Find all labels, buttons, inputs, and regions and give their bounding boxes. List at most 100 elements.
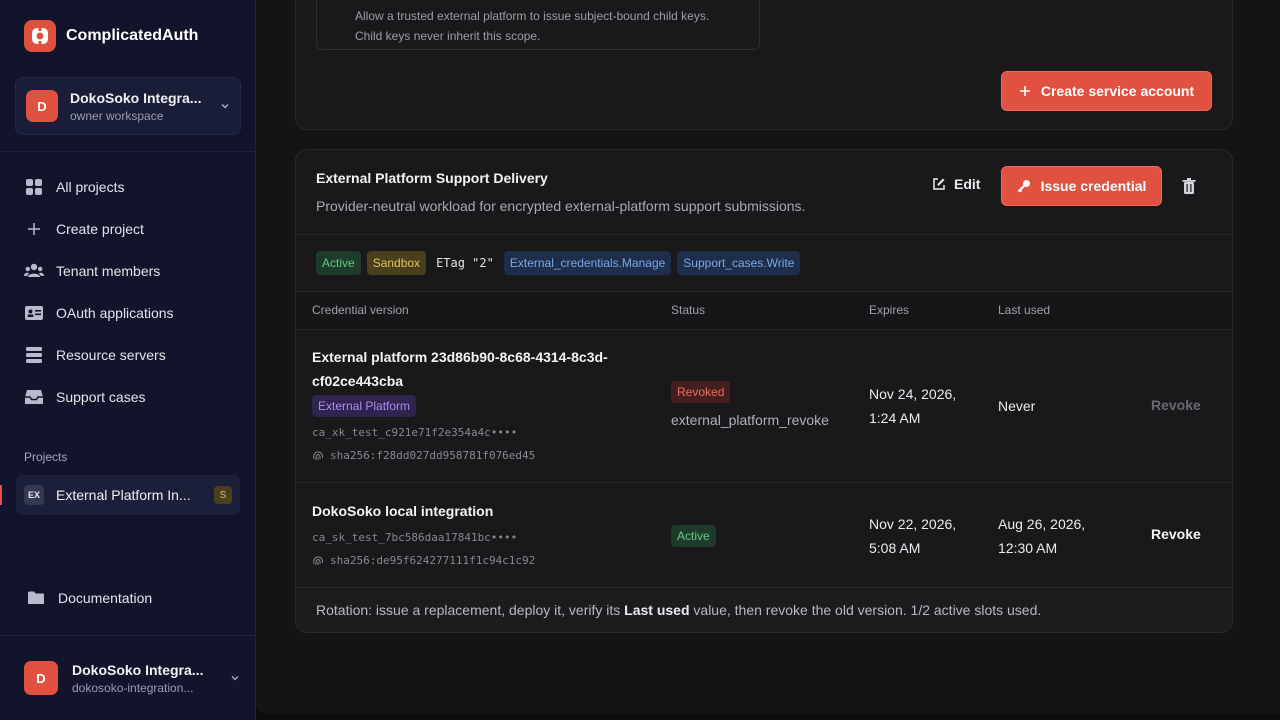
status-reason: external_platform_revoke [671,412,829,428]
service-account-tags: Active Sandbox ETag "2" External_credent… [316,251,801,275]
divider [296,482,1232,483]
revoke-button[interactable]: Revoke [1151,526,1201,542]
nav-documentation[interactable]: Documentation [24,588,152,608]
last-used-value: Aug 26, 2026, 12:30 AM [998,512,1085,560]
edit-label: Edit [954,176,981,192]
status-badge: Active [671,525,716,547]
workspace-title: DokoSoko Integra... [70,89,202,106]
credential-key: ca_xk_test_c921e71f2e354a4c•••• [312,426,518,439]
last-used-line: Aug 26, 2026, [998,516,1086,532]
nav-label: Resource servers [56,347,166,363]
nav-all-projects[interactable]: All projects [16,166,240,208]
folder-icon [26,588,46,608]
user-switcher[interactable]: D DokoSoko Integra... dokosoko-integrati… [24,659,240,697]
nav-label: Tenant members [56,263,161,279]
rotation-note-emphasis: Last used [624,602,690,618]
edit-icon [933,178,945,190]
nav-resource-servers[interactable]: Resource servers [16,334,240,376]
key-icon [1017,180,1030,193]
scope-badge: External_credentials.Manage [503,251,672,275]
status-badge: Active [316,251,361,275]
brand[interactable]: ComplicatedAuth [24,20,198,52]
status-badge: Revoked [671,381,731,403]
users-icon [24,261,44,281]
projects-section-label: Projects [24,450,68,464]
active-indicator [0,485,2,505]
plus-icon [24,219,44,239]
divider [296,234,1232,235]
credential-name-line: cf02ce443cba [312,373,404,389]
create-service-account-label: Create service account [1040,83,1195,99]
expires-value: Nov 22, 2026, 5:08 AM [869,512,956,560]
chevron-down-icon [221,103,229,109]
nav-create-project[interactable]: Create project [16,208,240,250]
trash-icon[interactable] [1180,177,1198,195]
scope-option[interactable]: Allow a trusted external platform to iss… [316,0,760,50]
nav-oauth-applications[interactable]: OAuth applications [16,292,240,334]
sidebar-divider [0,635,256,636]
divider [296,329,1232,330]
expires-line: 1:24 AM [869,410,921,426]
scope-badge: Support_cases.Write [677,251,801,275]
column-header-expires: Expires [869,303,910,317]
plus-icon [1019,86,1030,96]
grid-icon [24,177,44,197]
user-email: dokosoko-integration... [72,680,194,695]
last-used-value: Never [998,398,1036,414]
issue-credential-button[interactable]: Issue credential [1001,166,1162,206]
server-icon [24,345,44,365]
service-account-title: External Platform Support Delivery [316,170,548,186]
expires-line: 5:08 AM [869,540,921,556]
id-card-icon [24,303,44,323]
nav-label: Documentation [58,590,153,606]
main-content: Allow a trusted external platform to iss… [256,0,1280,714]
nav-tenant-members[interactable]: Tenant members [16,250,240,292]
project-env-badge: S [214,486,232,504]
nav-label: Create project [56,221,144,237]
service-account-card: External Platform Support Delivery Provi… [295,149,1233,633]
revoke-button-disabled: Revoke [1151,397,1201,413]
rotation-note: Rotation: issue a replacement, deploy it… [296,587,1232,632]
project-name: External Platform In... [56,487,191,503]
credential-hash: sha256:de95f624277111f1c94c1c92 [330,554,536,567]
create-service-account-button[interactable]: Create service account [1001,71,1212,111]
user-name: DokoSoko Integra... [72,661,204,678]
project-badge: EX [24,485,44,505]
column-header-status: Status [671,303,706,317]
column-header-last-used: Last used [998,303,1051,317]
credential-name-line: External platform 23d86b90-8c68-4314-8c3… [312,349,608,365]
main-nav: All projects Create project Tenant membe… [16,166,240,418]
chevron-down-icon [231,675,239,681]
last-used-line: 12:30 AM [998,540,1058,556]
sidebar-divider [0,151,256,152]
rotation-note-text: Rotation: issue a replacement, deploy it… [316,602,625,618]
fingerprint-icon [313,451,324,461]
brand-name: ComplicatedAuth [66,27,199,44]
nav-label: All projects [56,179,125,195]
scope-description-line2: Child keys never inherit this scope. [355,29,541,43]
nav-label: Support cases [56,389,146,405]
inbox-icon [24,387,44,407]
workspace-avatar: D [26,90,58,122]
table-header: Credential version Status Expires Last u… [296,292,1232,330]
workspace-subtitle: owner workspace [70,108,164,123]
edit-button[interactable]: Edit [932,176,980,192]
expires-line: Nov 22, 2026, [869,516,957,532]
credential-hash: sha256:f28dd027dd958781f076ed45 [330,449,536,462]
create-service-account-card: Allow a trusted external platform to iss… [295,0,1233,130]
service-account-description: Provider-neutral workload for encrypted … [316,198,806,214]
credential-name: DokoSoko local integration [312,503,494,519]
column-header-version: Credential version [312,303,409,317]
etag-label: ETag "2" [436,256,494,270]
credential-label-badge: External Platform [312,395,417,417]
nav-support-cases[interactable]: Support cases [16,376,240,418]
workspace-switcher[interactable]: D DokoSoko Integra... owner workspace [15,77,241,135]
expires-line: Nov 24, 2026, [869,386,957,402]
brand-logo-icon [24,20,56,52]
project-item-external-platform[interactable]: EX External Platform In... S [0,475,240,515]
nav-label: OAuth applications [56,305,174,321]
fingerprint-icon [313,556,324,566]
credential-key: ca_sk_test_7bc586daa17841bc•••• [312,531,518,544]
issue-credential-label: Issue credential [1040,178,1147,194]
sidebar: ComplicatedAuth D DokoSoko Integra... ow… [0,0,256,720]
